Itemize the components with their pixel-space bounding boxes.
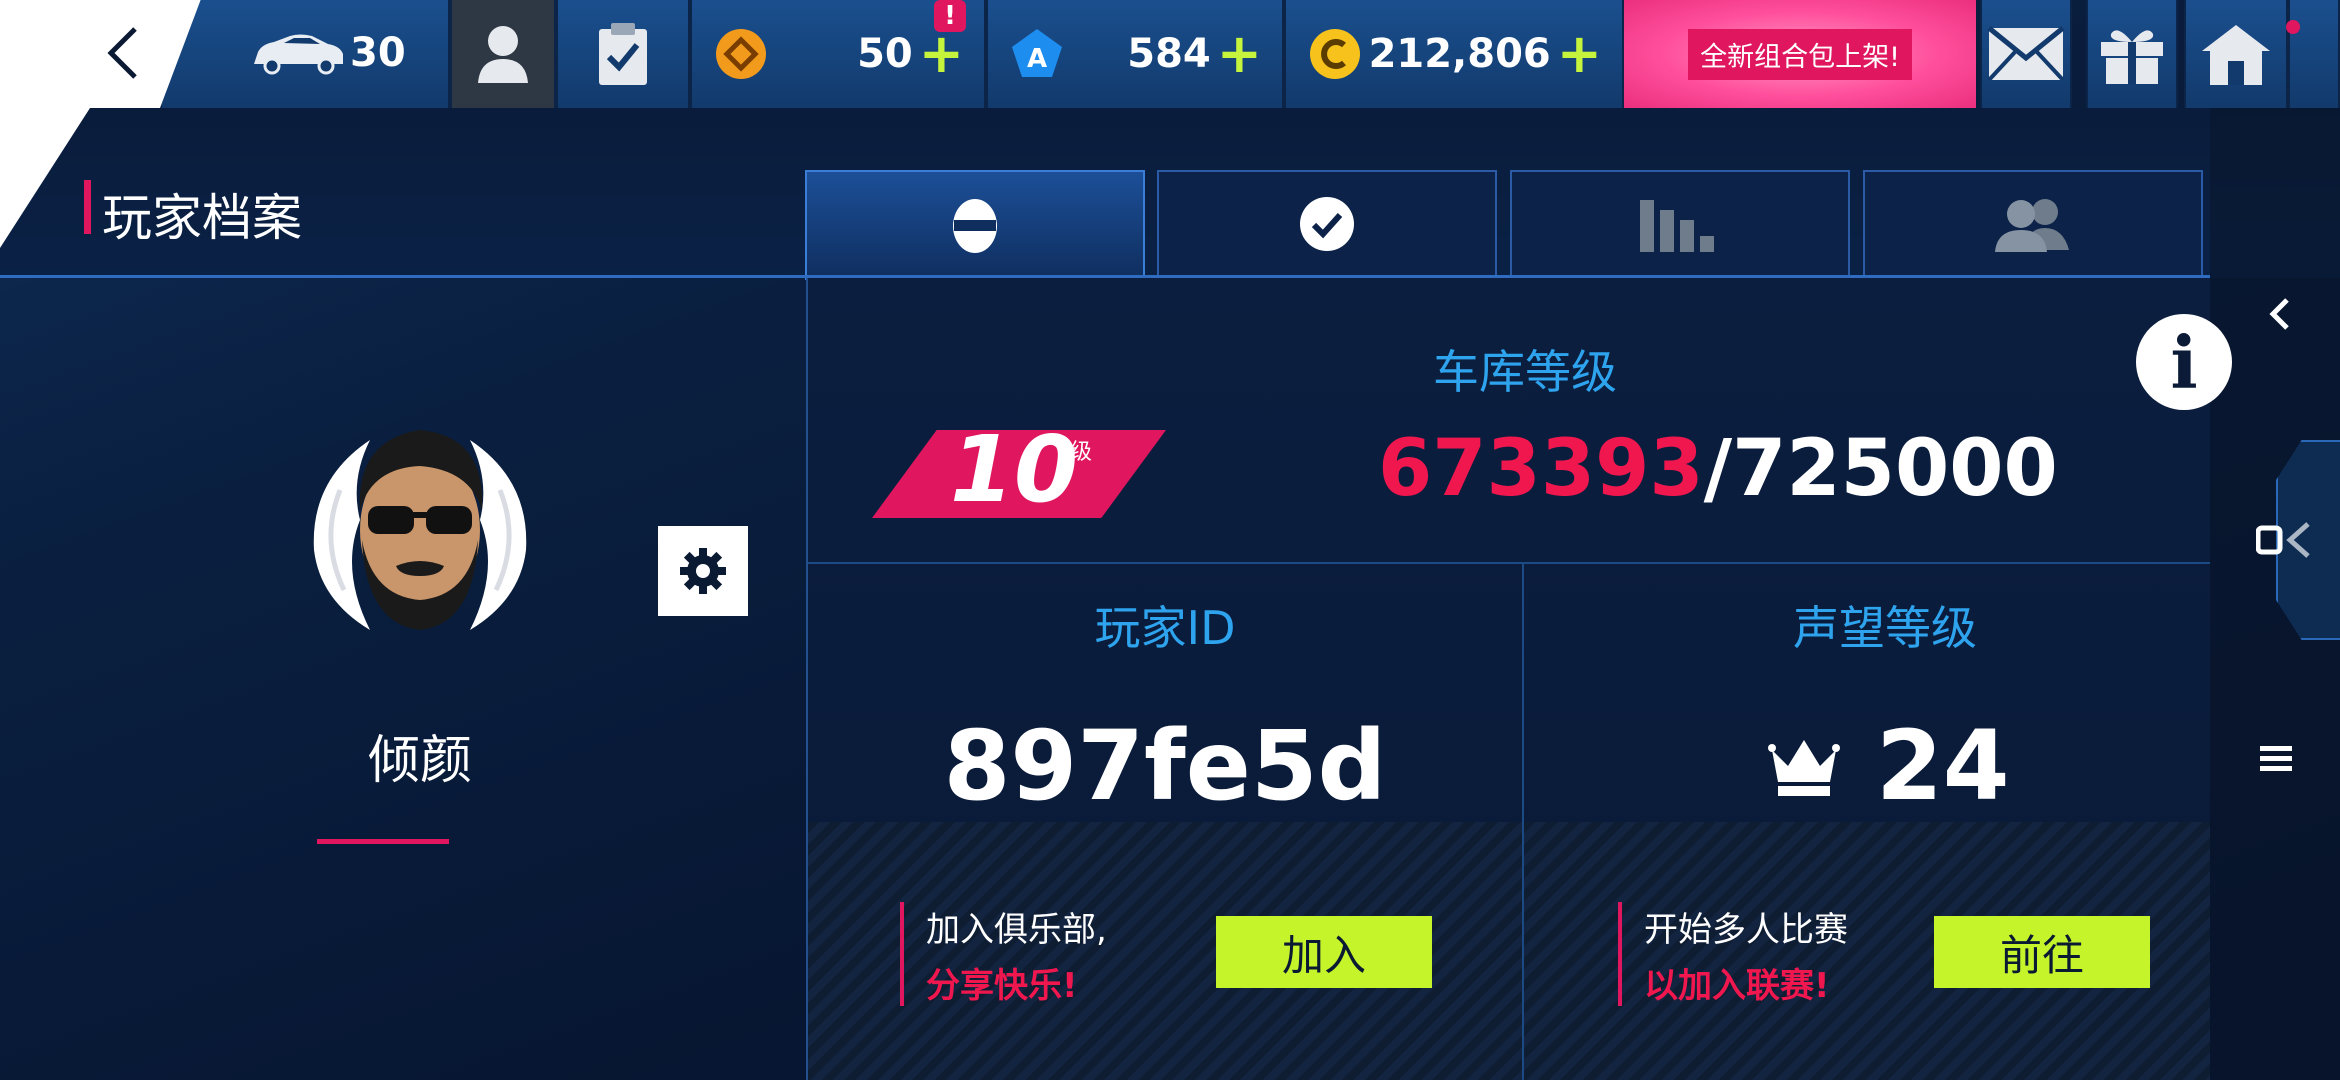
currency2-value: 584	[1127, 31, 1211, 77]
currency3-value: 212,806	[1368, 31, 1551, 77]
svg-text:A: A	[1027, 44, 1047, 74]
crown-icon	[1768, 740, 1840, 796]
join-club-button[interactable]: 加入	[1216, 916, 1432, 988]
bar-chart-icon	[1640, 200, 1714, 252]
garage-level-label: 车库等级	[1433, 345, 1617, 399]
bearded-man-avatar-icon	[313, 430, 527, 630]
multiplayer-cta-line1: 开始多人比赛	[1644, 910, 1848, 950]
home-button[interactable]	[2184, 0, 2288, 108]
xp-separator: /	[1703, 424, 1733, 514]
club-cta-panel: 加入俱乐部, 分享快乐! 加入	[808, 822, 1522, 1080]
promo-banner[interactable]: 全新组合包上架!	[1624, 0, 1976, 108]
add-currency2-button[interactable]: +	[1217, 27, 1262, 81]
gear-icon	[680, 548, 726, 594]
avatar[interactable]	[300, 400, 540, 660]
page-title: 玩家档案	[102, 189, 302, 247]
tab-achievements[interactable]	[1157, 170, 1497, 276]
tab-profile[interactable]	[805, 170, 1145, 280]
player-name: 倾颜	[367, 731, 472, 791]
garage-level-number: 10	[950, 416, 1079, 523]
gift-button[interactable]	[2086, 0, 2178, 108]
tab-friends[interactable]	[1863, 170, 2203, 276]
add-currency1-button[interactable]: +	[919, 27, 964, 81]
mail-button[interactable]	[1980, 0, 2072, 108]
cars-counter[interactable]: 30	[160, 0, 450, 108]
xp-current: 673393	[1378, 424, 1704, 514]
multiplayer-cta-panel: 开始多人比赛 以加入联赛! 前往	[1524, 822, 2210, 1080]
xp-max: 725000	[1732, 424, 2058, 514]
gift-icon	[2101, 30, 2163, 84]
garage-level-suffix: 级	[1070, 440, 1093, 465]
tasks-button[interactable]	[556, 0, 690, 108]
title-accent-bar	[84, 180, 91, 234]
multiplayer-cta-accent	[1618, 902, 1622, 1006]
name-underline	[317, 839, 449, 844]
topbar-edge	[2288, 0, 2340, 108]
menu-icon[interactable]	[2258, 740, 2294, 776]
user-icon	[478, 26, 528, 83]
chevron-left-icon	[107, 27, 137, 79]
club-cta-line2: 分享快乐!	[926, 966, 1078, 1006]
collapse-rail-button[interactable]	[2256, 284, 2302, 344]
profile-button[interactable]	[450, 0, 556, 108]
credits-coin-icon	[1310, 29, 1360, 79]
tab-stats[interactable]	[1510, 170, 1850, 276]
clipboard-check-icon	[599, 23, 647, 85]
go-multiplayer-button[interactable]: 前往	[1934, 916, 2150, 988]
orange-diamond-coin-icon	[716, 29, 766, 79]
blue-pentagon-coin-icon: A	[1012, 29, 1062, 77]
currency1-value: 50	[857, 31, 913, 77]
chevron-left-small-icon	[2269, 298, 2289, 330]
club-cta-line1: 加入俱乐部,	[926, 910, 1107, 950]
prestige-level-value: 24	[1876, 710, 2010, 822]
car-icon	[254, 34, 343, 75]
player-id-label: 玩家ID	[1094, 601, 1236, 655]
drawer-handle-icon[interactable]	[2256, 518, 2340, 562]
player-id-value: 897fe5d	[943, 710, 1387, 822]
club-cta-accent	[900, 902, 904, 1006]
helmet-icon	[953, 199, 997, 253]
stats-row-divider	[808, 562, 2210, 564]
settings-button[interactable]	[658, 526, 748, 616]
multiplayer-cta-line2: 以加入联赛!	[1644, 966, 1830, 1006]
alert-badge: !	[934, 0, 966, 32]
add-currency3-button[interactable]: +	[1557, 27, 1602, 81]
checkmark-icon	[1300, 197, 1354, 251]
back-button[interactable]	[88, 18, 158, 88]
currency-blue-token[interactable]: A 584 +	[986, 0, 1284, 108]
garage-xp: 673393/725000	[1378, 430, 2058, 508]
profile-panel	[0, 278, 806, 1080]
top-bar: 30 50 + ! A 584 + 212,806 + 全新组合包上架!	[0, 0, 2340, 108]
currency-credits[interactable]: 212,806 +	[1284, 0, 1624, 108]
info-button[interactable]: i	[2136, 314, 2232, 410]
cars-count: 30	[350, 30, 406, 76]
promo-text: 全新组合包上架!	[1688, 28, 1912, 80]
home-icon	[2202, 25, 2270, 85]
notification-dot	[2286, 20, 2300, 34]
friends-icon	[1995, 199, 2069, 252]
envelope-icon	[1987, 26, 2065, 82]
prestige-level-label: 声望等级	[1793, 601, 1977, 655]
